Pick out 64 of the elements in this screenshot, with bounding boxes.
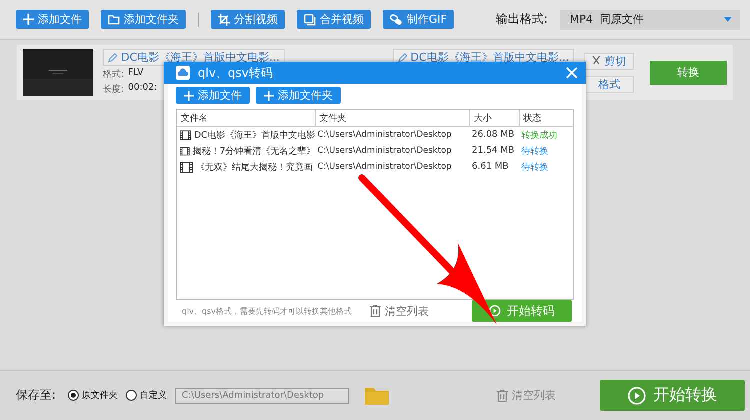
scissors-icon — [592, 56, 602, 66]
start-convert-button[interactable]: 开始转换 — [600, 380, 745, 411]
app-icon — [176, 66, 190, 80]
status-cell-text: 待转换 — [520, 146, 550, 158]
add-button[interactable]: 添加文件夹 — [256, 87, 341, 104]
radio-circle[interactable] — [126, 390, 138, 401]
plus-icon — [23, 14, 34, 25]
length-value: 00:02: — [128, 83, 158, 95]
clear-list-button[interactable]: 清空列表 — [491, 387, 562, 404]
toolbar-button[interactable]: 制作GIF — [383, 10, 454, 29]
size-cell-text: 6.61 MB — [471, 162, 510, 172]
file-name-cell-text: 揭秘！7分钟看清《无名之辈》 — [192, 146, 316, 158]
toolbar-button[interactable]: 分割视频 — [211, 10, 285, 29]
format-label: 格式: — [103, 68, 124, 81]
caret-icon — [724, 17, 732, 22]
file-name-cell-text: DC电影《海王》首版中文电影 — [194, 130, 316, 142]
play-icon — [489, 305, 501, 317]
film-icon — [180, 162, 193, 172]
format-value: FLV — [128, 68, 144, 80]
length-label: 长度: — [103, 84, 124, 96]
folder-cell-text: C:\Users\Administrator\Desktop — [316, 162, 453, 172]
folder-cell-text: C:\Users\Administrator\Desktop — [316, 146, 453, 156]
toolbar-button[interactable]: 合并视频 — [297, 10, 371, 29]
trash-icon — [370, 305, 382, 317]
plus-icon — [264, 90, 274, 100]
path-field[interactable]: C:\Users\Administrator\Desktop — [175, 388, 350, 404]
trash-icon — [497, 390, 508, 402]
file-name-cell-text: 《无双》结尾大揭秘！究竟画 — [196, 162, 313, 174]
radio-option[interactable]: 原文件夹 — [68, 389, 118, 402]
radio-circle[interactable] — [68, 390, 80, 401]
status-cell-text: 待转换 — [520, 162, 550, 174]
pencil-icon — [398, 52, 408, 62]
status-cell-text: 转换成功 — [520, 130, 559, 142]
pencil-icon — [108, 52, 118, 62]
format-button[interactable]: 格式 — [584, 76, 634, 92]
toolbar-button[interactable]: 添加文件夹 — [101, 10, 186, 29]
column-header: 状态 — [522, 112, 543, 126]
clear-list-button[interactable]: 清空列表 — [364, 302, 436, 320]
film-icon — [180, 130, 192, 140]
folder-cell-text: C:\Users\Administrator\Desktop — [316, 130, 453, 140]
column-header: 大小 — [470, 110, 520, 126]
size-cell-text: 26.08 MB — [471, 130, 516, 140]
output-format-label: 输出格式: — [496, 11, 548, 28]
column-header: 文件名 — [177, 110, 316, 126]
add-button[interactable]: 添加文件 — [176, 87, 250, 104]
output-format-dropdown[interactable]: MP4 同原文件 — [560, 10, 740, 30]
dialog-title: qlv、qsv转码 — [198, 64, 274, 82]
cut-button[interactable]: 剪切 — [584, 52, 634, 70]
copy-icon — [304, 14, 316, 26]
film-icon — [180, 146, 190, 156]
save-to-label: 保存至: — [16, 387, 56, 404]
toolbar-button[interactable]: 添加文件 — [16, 10, 89, 29]
folder-icon — [108, 14, 120, 24]
radio-option[interactable]: 自定义 — [126, 389, 168, 402]
link-icon — [390, 14, 403, 26]
column-header: 文件夹 — [316, 110, 470, 126]
play-icon — [628, 386, 646, 404]
convert-button[interactable]: 转换 — [650, 60, 727, 84]
close-icon[interactable] — [566, 67, 578, 79]
start-transcode-button[interactable]: 开始转码 — [472, 300, 572, 322]
hint-text: qlv、qsv格式，需要先转码才可以转换其他格式 — [182, 306, 352, 316]
crop-icon — [218, 14, 230, 26]
plus-icon — [184, 90, 194, 100]
size-cell-text: 21.54 MB — [471, 146, 516, 156]
